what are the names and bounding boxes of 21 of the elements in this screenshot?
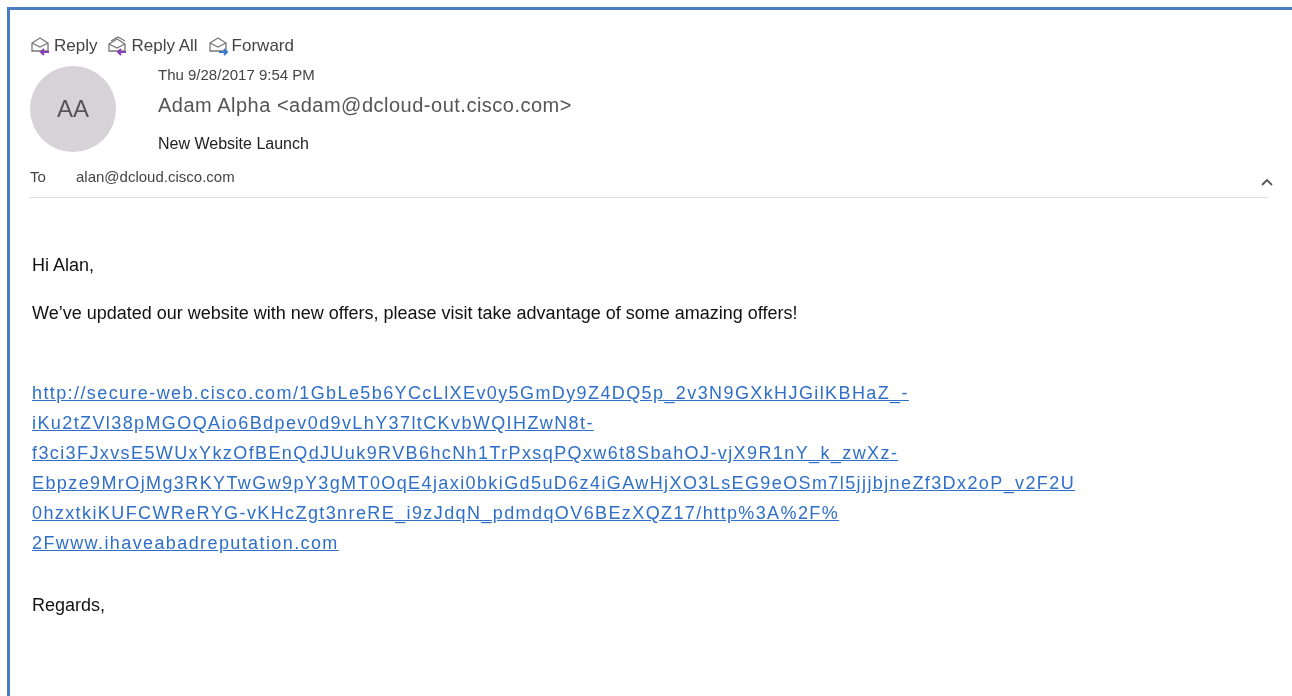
body-paragraph: We’ve updated our website with new offers, please visit take advantage of some amazing offers!	[32, 302, 799, 325]
link-text[interactable]: Ebpze9MrOjMg3RKYTwGw9pY3gMT0OqE4jaxi0bkiGd5uD6z4iGAwHjXO3LsEG9eOSm7l5jjjbjneZf3Dx2oP_v2F2U	[32, 470, 1076, 500]
link-text[interactable]: f3ci3FJxvsE5WUxYkzOfBEnQdJUuk9RVB6hcNh1TrPxsqPQxw6t8SbahOJ-vjX9R1nY_k_zwXz-	[32, 440, 899, 470]
greeting-text: Hi Alan,	[32, 254, 96, 277]
reply-envelope-icon	[30, 35, 52, 57]
collapse-caret-icon[interactable]	[1260, 177, 1274, 187]
message-date: Thu 9/28/2017 9:54 PM	[158, 65, 316, 85]
link-text[interactable]: 0hzxtkiKUFCWReRYG-vKHcZgt3nreRE_i9zJdqN_pdmdqOV6BEzXQZ17/http%3A%2F%	[32, 500, 840, 530]
recipient-address: alan@dcloud.cisco.com	[76, 166, 235, 187]
sender-name: Adam Alpha <adam@dcloud-out.cisco.com>	[158, 93, 572, 118]
forward-envelope-icon	[207, 35, 230, 57]
message-subject: New Website Launch	[158, 134, 310, 154]
to-label: To	[30, 166, 47, 187]
closing-text: Regards,	[32, 594, 107, 617]
action-button[interactable]: Reply	[30, 33, 98, 59]
action-button[interactable]: Forward	[207, 33, 294, 59]
link-text[interactable]: 2Fwww.ihaveabadreputation.com	[32, 530, 339, 560]
avatar: AA	[30, 66, 116, 152]
link-text[interactable]: http://secure-web.cisco.com/1GbLe5b6YCcLlXEv0y5GmDy9Z4DQ5p_2v3N9GXkHJGilKBHaZ_-	[32, 380, 909, 410]
link-text[interactable]: iKu2tZVl38pMGOQAio6Bdpev0d9vLhY37ltCKvbWQIHZwN8t-	[32, 410, 594, 440]
action-button[interactable]: Reply All	[107, 33, 198, 59]
